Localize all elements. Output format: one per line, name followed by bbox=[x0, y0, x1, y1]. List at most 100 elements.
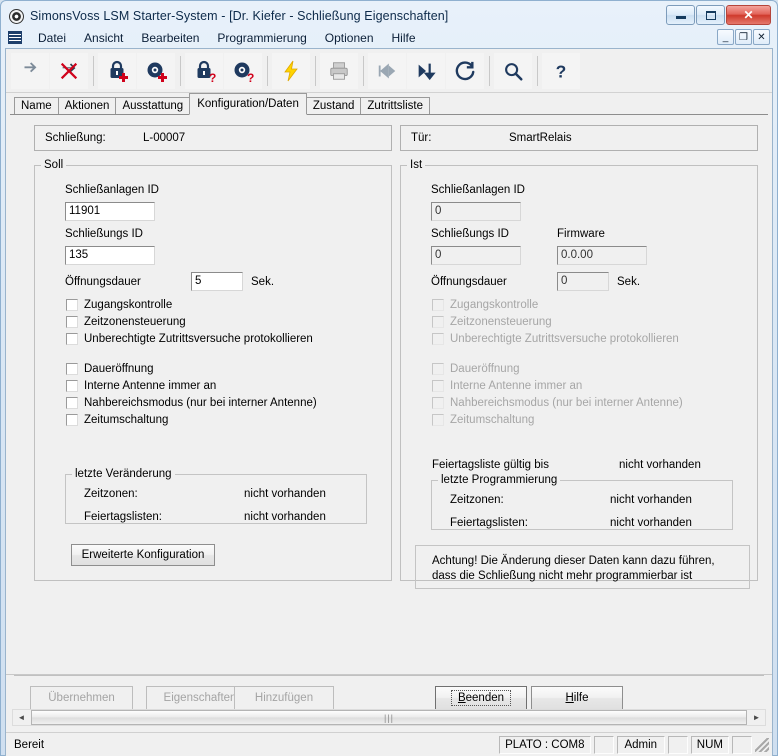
tab-konfiguration-daten[interactable]: Konfiguration/Daten bbox=[189, 93, 307, 115]
checkbox-label: Interne Antenne immer an bbox=[450, 380, 583, 392]
checkbox-label: Unberechtigte Zutrittsversuche protokoll… bbox=[450, 333, 679, 345]
application-window: SimonsVoss LSM Starter-System - [Dr. Kie… bbox=[0, 0, 778, 756]
hinzufuegen-button[interactable]: Hinzufügen bbox=[234, 686, 334, 710]
tab-name[interactable]: Name bbox=[14, 97, 59, 115]
checkbox-box[interactable] bbox=[66, 414, 78, 426]
hilfe-accel: H bbox=[565, 692, 574, 704]
soll-schliessungs-id-input[interactable]: 135 bbox=[65, 246, 155, 265]
tab-ausstattung[interactable]: Ausstattung bbox=[115, 97, 191, 115]
search-icon-button[interactable] bbox=[494, 52, 532, 89]
status-cell-num: NUM bbox=[690, 735, 729, 754]
soll-checkbox-interne-antenne[interactable]: Interne Antenne immer an bbox=[66, 380, 216, 392]
checkbox-box bbox=[432, 380, 444, 392]
ist-checkbox-interne-antenne: Interne Antenne immer an bbox=[432, 380, 582, 392]
checkbox-label: Daueröffnung bbox=[450, 363, 520, 375]
checkbox-box[interactable] bbox=[66, 397, 78, 409]
checkbox-label: Zeitumschaltung bbox=[84, 414, 169, 426]
letzte-veraenderung-zeitzonen-label: Zeitzonen: bbox=[84, 488, 138, 500]
add-transponder-icon-button[interactable] bbox=[137, 52, 175, 89]
status-cell-spacer-1 bbox=[593, 735, 614, 754]
soll-anlagen-id-label: Schließanlagen ID bbox=[65, 184, 159, 196]
skip-back-icon-button[interactable] bbox=[368, 52, 406, 89]
warning-box: Achtung! Die Änderung dieser Daten kann … bbox=[415, 545, 750, 589]
checkbox-label: Daueröffnung bbox=[84, 363, 154, 375]
checkbox-box[interactable] bbox=[66, 316, 78, 328]
horizontal-scrollbar[interactable]: ◄ ||| ► bbox=[12, 709, 766, 726]
ist-group-title: Ist bbox=[410, 159, 423, 171]
beenden-button[interactable]: Beenden bbox=[435, 686, 527, 710]
menu-ansicht[interactable]: Ansicht bbox=[75, 29, 132, 47]
ist-checkbox-zeitzonensteuerung: Zeitzonensteuerung bbox=[432, 316, 552, 328]
letzte-veraenderung-title: letzte Veränderung bbox=[75, 468, 172, 480]
scroll-left-arrow-icon[interactable]: ◄ bbox=[13, 710, 30, 725]
maximize-button[interactable] bbox=[696, 5, 725, 25]
hilfe-button[interactable]: Hilfe bbox=[531, 686, 623, 710]
scrollbar-thumb[interactable]: ||| bbox=[31, 710, 747, 725]
checkbox-box bbox=[432, 316, 444, 328]
status-message: Bereit bbox=[14, 738, 45, 751]
svg-text:?: ? bbox=[556, 61, 567, 81]
soll-checkbox-protokollieren[interactable]: Unberechtigte Zutrittsversuche protokoll… bbox=[66, 333, 313, 345]
mdi-restore-button[interactable]: ❐ bbox=[735, 29, 752, 45]
mdi-close-button[interactable]: ✕ bbox=[753, 29, 770, 45]
ist-oeffnungsdauer-label: Öffnungsdauer bbox=[431, 276, 507, 288]
footer-bar: Übernehmen Eigenschaften Hinzufügen Been… bbox=[6, 674, 772, 756]
soll-checkbox-zeitumschaltung[interactable]: Zeitumschaltung bbox=[66, 414, 168, 426]
menu-hilfe[interactable]: Hilfe bbox=[383, 29, 425, 47]
ist-anlagen-id-label: Schließanlagen ID bbox=[431, 184, 525, 196]
ist-oeffnungsdauer-input: 0 bbox=[557, 272, 609, 291]
checkbox-box[interactable] bbox=[66, 299, 78, 311]
letzte-programmierung-group: letzte Programmierung Zeitzonen: nicht v… bbox=[431, 474, 733, 530]
menu-optionen[interactable]: Optionen bbox=[316, 29, 383, 47]
checkbox-box bbox=[432, 333, 444, 345]
tab-zustand[interactable]: Zustand bbox=[305, 97, 362, 115]
checkbox-label: Nahbereichsmodus (nur bei interner Anten… bbox=[84, 397, 317, 409]
checkbox-label: Unberechtigte Zutrittsversuche protokoll… bbox=[84, 333, 313, 345]
checkbox-label: Nahbereichsmodus (nur bei interner Anten… bbox=[450, 397, 683, 409]
soll-anlagen-id-input[interactable]: 11901 bbox=[65, 202, 155, 221]
client-area: ? ? ? Name Aktionen Ausstattung Konfigur… bbox=[5, 48, 773, 756]
erweiterte-konfiguration-button[interactable]: Erweiterte Konfiguration bbox=[71, 544, 215, 566]
menu-bearbeiten[interactable]: Bearbeiten bbox=[132, 29, 208, 47]
cancel-transfer-icon-button[interactable] bbox=[50, 52, 88, 89]
footer-divider bbox=[14, 675, 764, 676]
menu-programmierung[interactable]: Programmierung bbox=[208, 29, 315, 47]
checkbox-box bbox=[432, 414, 444, 426]
checkbox-box[interactable] bbox=[66, 380, 78, 392]
tab-zutrittsliste[interactable]: Zutrittsliste bbox=[360, 97, 430, 115]
uebernehmen-button[interactable]: Übernehmen bbox=[30, 686, 133, 710]
transfer-icon-button[interactable] bbox=[11, 52, 49, 89]
status-bar: Bereit PLATO : COM8 Admin NUM bbox=[6, 732, 772, 756]
tab-aktionen[interactable]: Aktionen bbox=[57, 97, 117, 115]
soll-oeffnungsdauer-input[interactable]: 5 bbox=[191, 272, 243, 291]
menu-bar: Datei Ansicht Bearbeiten Programmierung … bbox=[5, 27, 773, 48]
checkbox-box[interactable] bbox=[66, 363, 78, 375]
transponder-help-icon-button[interactable]: ? bbox=[224, 52, 262, 89]
mdi-minimize-button[interactable]: _ bbox=[717, 29, 734, 45]
add-lock-icon-button[interactable] bbox=[98, 52, 136, 89]
menu-datei[interactable]: Datei bbox=[29, 29, 75, 47]
scroll-right-arrow-icon[interactable]: ► bbox=[748, 710, 765, 725]
feiertagsliste-gueltig-label: Feiertagsliste gültig bis bbox=[432, 459, 549, 471]
print-icon-button[interactable] bbox=[320, 52, 358, 89]
checkbox-box[interactable] bbox=[66, 333, 78, 345]
close-button[interactable]: ✕ bbox=[726, 5, 771, 25]
soll-checkbox-nahbereichsmodus[interactable]: Nahbereichsmodus (nur bei interner Anten… bbox=[66, 397, 317, 409]
letzte-veraenderung-zeitzonen-value: nicht vorhanden bbox=[244, 488, 326, 500]
toolbar: ? ? ? bbox=[6, 49, 772, 93]
mdi-document-icon[interactable] bbox=[8, 31, 22, 44]
soll-checkbox-zeitzonensteuerung[interactable]: Zeitzonensteuerung bbox=[66, 316, 186, 328]
refresh-icon-button[interactable] bbox=[446, 52, 484, 89]
window-controls: ✕ bbox=[666, 5, 771, 25]
resize-grip-icon[interactable] bbox=[755, 737, 769, 752]
checkbox-label: Zeitzonensteuerung bbox=[450, 316, 552, 328]
minimize-button[interactable] bbox=[666, 5, 695, 25]
help-icon-button[interactable]: ? bbox=[542, 52, 580, 89]
lightning-icon-button[interactable] bbox=[272, 52, 310, 89]
skip-forward-icon-button[interactable] bbox=[407, 52, 445, 89]
schliessung-header: Schließung: L-00007 bbox=[34, 125, 392, 151]
soll-checkbox-daueroeffnung[interactable]: Daueröffnung bbox=[66, 363, 153, 375]
lock-help-icon-button[interactable]: ? bbox=[185, 52, 223, 89]
soll-checkbox-zugangskontrolle[interactable]: Zugangskontrolle bbox=[66, 299, 172, 311]
status-cell-spacer-3 bbox=[732, 735, 752, 754]
